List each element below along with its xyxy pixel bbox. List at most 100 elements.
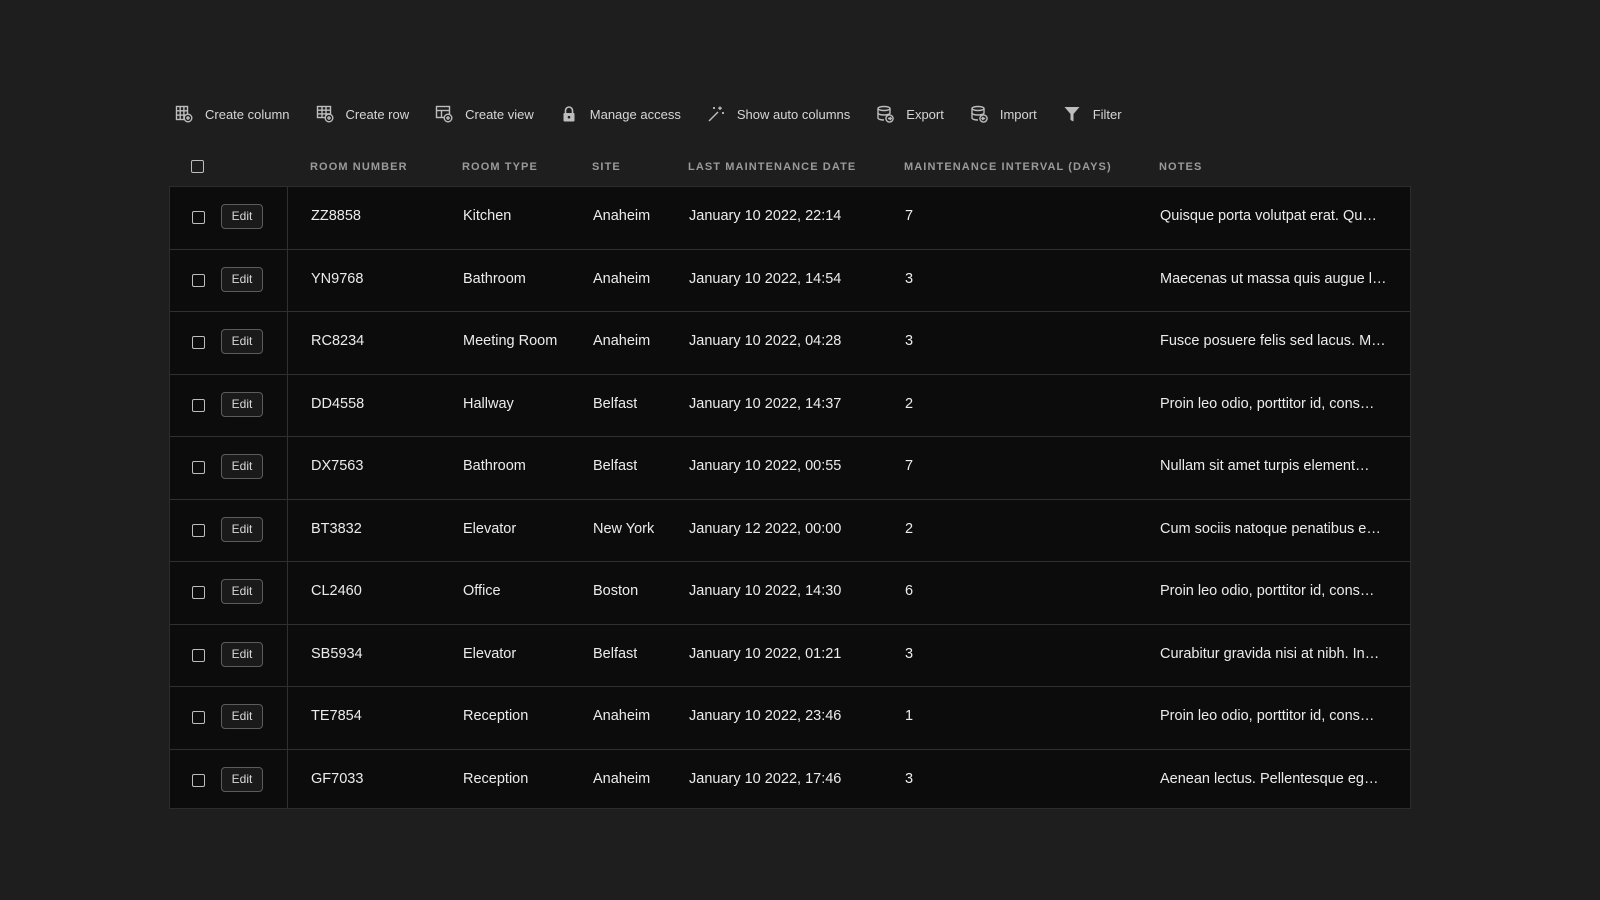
select-all-checkbox[interactable] bbox=[191, 160, 204, 173]
row-checkbox[interactable] bbox=[192, 586, 205, 599]
column-header-room-type[interactable]: ROOM TYPE bbox=[462, 148, 538, 186]
cell-maintenance-interval[interactable]: 2 bbox=[905, 521, 913, 537]
cell-room-type[interactable]: Meeting Room bbox=[463, 333, 557, 349]
edit-row-button[interactable]: Edit bbox=[221, 204, 263, 229]
cell-notes[interactable]: Fusce posuere felis sed lacus. M… bbox=[1160, 333, 1388, 349]
create-column-button[interactable]: Create column bbox=[175, 102, 290, 126]
row-checkbox[interactable] bbox=[192, 461, 205, 474]
row-checkbox[interactable] bbox=[192, 773, 205, 787]
data-grid: ROOM NUMBER ROOM TYPE SITE LAST MAINTENA… bbox=[169, 148, 1411, 809]
cell-maintenance-interval[interactable]: 3 bbox=[905, 646, 913, 662]
row-checkbox[interactable] bbox=[192, 211, 205, 224]
cell-site[interactable]: Belfast bbox=[593, 458, 637, 474]
create-view-button[interactable]: Create view bbox=[435, 102, 534, 126]
cell-room-number[interactable]: GF7033 bbox=[311, 771, 363, 787]
row-checkbox[interactable] bbox=[192, 711, 205, 724]
cell-maintenance-interval[interactable]: 3 bbox=[905, 271, 913, 287]
column-header-maintenance-interval[interactable]: MAINTENANCE INTERVAL (DAYS) bbox=[904, 148, 1112, 186]
cell-notes[interactable]: Curabitur gravida nisi at nibh. In… bbox=[1160, 646, 1388, 662]
cell-room-type[interactable]: Reception bbox=[463, 771, 528, 787]
cell-room-type[interactable]: Kitchen bbox=[463, 208, 511, 224]
edit-row-button[interactable]: Edit bbox=[221, 266, 263, 292]
cell-last-maintenance-date[interactable]: January 10 2022, 00:55 bbox=[689, 458, 841, 474]
manage-access-button[interactable]: Manage access bbox=[560, 102, 681, 126]
edit-row-button[interactable]: Edit bbox=[221, 454, 263, 479]
cell-site[interactable]: Anaheim bbox=[593, 271, 650, 287]
cell-maintenance-interval[interactable]: 1 bbox=[905, 708, 913, 724]
cell-last-maintenance-date[interactable]: January 10 2022, 04:28 bbox=[689, 333, 841, 349]
cell-room-type[interactable]: Bathroom bbox=[463, 271, 526, 287]
cell-notes[interactable]: Maecenas ut massa quis augue l… bbox=[1160, 271, 1388, 287]
cell-notes[interactable]: Quisque porta volutpat erat. Qu… bbox=[1160, 208, 1388, 224]
cell-site[interactable]: Anaheim bbox=[593, 771, 650, 787]
row-checkbox[interactable] bbox=[192, 273, 205, 287]
cell-notes[interactable]: Aenean lectus. Pellentesque eg… bbox=[1160, 771, 1388, 787]
cell-maintenance-interval[interactable]: 6 bbox=[905, 583, 913, 599]
cell-maintenance-interval[interactable]: 2 bbox=[905, 396, 913, 412]
cell-maintenance-interval[interactable]: 7 bbox=[905, 458, 913, 474]
cell-site[interactable]: Anaheim bbox=[593, 708, 650, 724]
import-button[interactable]: Import bbox=[970, 102, 1037, 126]
cell-room-type[interactable]: Elevator bbox=[463, 646, 516, 662]
cell-last-maintenance-date[interactable]: January 10 2022, 23:46 bbox=[689, 708, 841, 724]
cell-site[interactable]: Anaheim bbox=[593, 333, 650, 349]
edit-row-button[interactable]: Edit bbox=[221, 641, 263, 667]
cell-site[interactable]: Belfast bbox=[593, 646, 637, 662]
cell-room-type[interactable]: Reception bbox=[463, 708, 528, 724]
edit-row-button[interactable]: Edit bbox=[221, 579, 263, 604]
cell-maintenance-interval[interactable]: 3 bbox=[905, 333, 913, 349]
cell-room-type[interactable]: Bathroom bbox=[463, 458, 526, 474]
edit-row-button[interactable]: Edit bbox=[221, 516, 263, 542]
cell-last-maintenance-date[interactable]: January 10 2022, 14:37 bbox=[689, 396, 841, 412]
cell-last-maintenance-date[interactable]: January 10 2022, 01:21 bbox=[689, 646, 841, 662]
cell-room-number[interactable]: TE7854 bbox=[311, 708, 362, 724]
cell-notes[interactable]: Proin leo odio, porttitor id, cons… bbox=[1160, 396, 1388, 412]
cell-room-type[interactable]: Elevator bbox=[463, 521, 516, 537]
cell-room-number[interactable]: CL2460 bbox=[311, 583, 362, 599]
table-row: Edit GF7033 Reception Anaheim January 10… bbox=[170, 749, 1410, 808]
row-gutter-divider bbox=[287, 499, 288, 561]
cell-room-type[interactable]: Office bbox=[463, 583, 501, 599]
edit-row-button[interactable]: Edit bbox=[221, 329, 263, 354]
cell-site[interactable]: Belfast bbox=[593, 396, 637, 412]
column-header-site[interactable]: SITE bbox=[592, 148, 621, 186]
cell-notes[interactable]: Nullam sit amet turpis element… bbox=[1160, 458, 1388, 474]
row-checkbox[interactable] bbox=[192, 398, 205, 412]
cell-room-number[interactable]: RC8234 bbox=[311, 333, 364, 349]
cell-site[interactable]: Boston bbox=[593, 583, 638, 599]
cell-room-number[interactable]: ZZ8858 bbox=[311, 208, 361, 224]
edit-row-button[interactable]: Edit bbox=[221, 391, 263, 417]
export-button[interactable]: Export bbox=[876, 102, 944, 126]
cell-last-maintenance-date[interactable]: January 10 2022, 17:46 bbox=[689, 771, 841, 787]
cell-room-number[interactable]: SB5934 bbox=[311, 646, 363, 662]
filter-button[interactable]: Filter bbox=[1063, 102, 1122, 126]
cell-maintenance-interval[interactable]: 7 bbox=[905, 208, 913, 224]
column-header-last-maintenance-date[interactable]: LAST MAINTENANCE DATE bbox=[688, 148, 856, 186]
cell-notes[interactable]: Proin leo odio, porttitor id, cons… bbox=[1160, 708, 1388, 724]
cell-room-type[interactable]: Hallway bbox=[463, 396, 514, 412]
show-auto-columns-button[interactable]: Show auto columns bbox=[707, 102, 850, 126]
cell-room-number[interactable]: DX7563 bbox=[311, 458, 363, 474]
column-header-notes[interactable]: NOTES bbox=[1159, 148, 1202, 186]
cell-room-number[interactable]: BT3832 bbox=[311, 521, 362, 537]
cell-notes[interactable]: Proin leo odio, porttitor id, cons… bbox=[1160, 583, 1388, 599]
cell-last-maintenance-date[interactable]: January 10 2022, 14:30 bbox=[689, 583, 841, 599]
column-header-room-number[interactable]: ROOM NUMBER bbox=[310, 148, 408, 186]
row-gutter-divider bbox=[287, 624, 288, 686]
cell-room-number[interactable]: DD4558 bbox=[311, 396, 364, 412]
cell-site[interactable]: New York bbox=[593, 521, 654, 537]
cell-maintenance-interval[interactable]: 3 bbox=[905, 771, 913, 787]
cell-last-maintenance-date[interactable]: January 12 2022, 00:00 bbox=[689, 521, 841, 537]
cell-last-maintenance-date[interactable]: January 10 2022, 22:14 bbox=[689, 208, 841, 224]
row-gutter-divider bbox=[287, 187, 288, 249]
create-row-button[interactable]: Create row bbox=[316, 102, 409, 126]
cell-notes[interactable]: Cum sociis natoque penatibus e… bbox=[1160, 521, 1388, 537]
edit-row-button[interactable]: Edit bbox=[221, 704, 263, 729]
cell-site[interactable]: Anaheim bbox=[593, 208, 650, 224]
edit-row-button[interactable]: Edit bbox=[221, 766, 263, 792]
row-checkbox[interactable] bbox=[192, 336, 205, 349]
row-checkbox[interactable] bbox=[192, 523, 205, 537]
cell-room-number[interactable]: YN9768 bbox=[311, 271, 363, 287]
cell-last-maintenance-date[interactable]: January 10 2022, 14:54 bbox=[689, 271, 841, 287]
row-checkbox[interactable] bbox=[192, 648, 205, 662]
